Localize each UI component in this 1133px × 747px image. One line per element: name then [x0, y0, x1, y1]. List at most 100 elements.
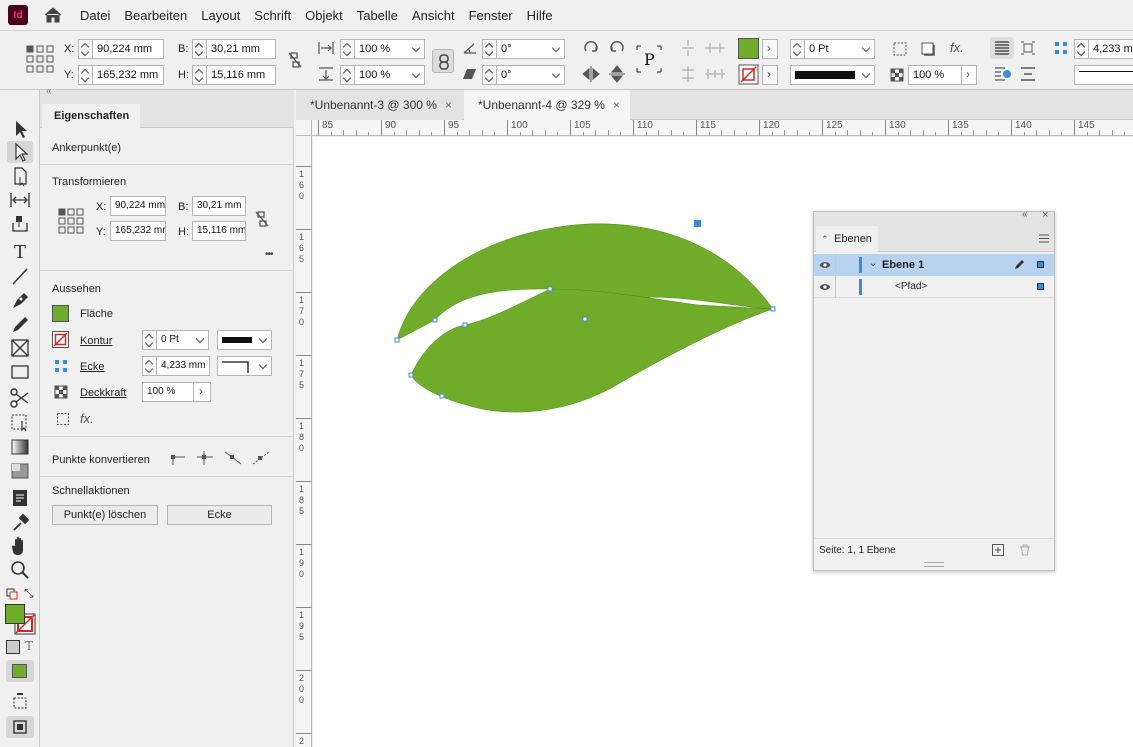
scale-x-field[interactable]: 100 %	[354, 39, 410, 59]
gradient-swatch-tool-icon[interactable]	[7, 436, 33, 458]
selection-tool-icon[interactable]	[7, 118, 33, 140]
angle-dropdown[interactable]	[549, 39, 565, 59]
corner-size-field[interactable]: 4,233 mm	[1088, 39, 1133, 59]
stroke-none-swatch[interactable]	[52, 331, 69, 348]
stroke-weight-stepper[interactable]	[790, 39, 804, 59]
view-mode-icon[interactable]	[7, 690, 33, 712]
distribute-spacing-icon[interactable]	[704, 67, 726, 81]
stroke-weight-dropdown[interactable]	[859, 39, 875, 59]
hand-tool-icon[interactable]	[7, 535, 33, 557]
corner-size-stepper[interactable]	[1074, 39, 1088, 59]
x-field[interactable]: 90,224 mm	[92, 39, 164, 59]
chevron-down-icon[interactable]: ⌄	[869, 258, 877, 269]
fill-swatch-dropdown[interactable]: ›	[762, 39, 778, 59]
wrap-jump-object-icon[interactable]	[1020, 67, 1036, 81]
stroke-none-swatch[interactable]	[738, 64, 759, 85]
stroke-type-field[interactable]	[790, 65, 860, 85]
angle-stepper[interactable]	[482, 39, 496, 59]
convert-corner-icon[interactable]	[196, 450, 214, 466]
convert-smooth-icon[interactable]	[224, 450, 242, 466]
corner-size-field[interactable]: 4,233 mm	[156, 356, 210, 376]
tab-ebenen[interactable]: ⌃ Ebenen	[816, 226, 878, 252]
new-layer-icon[interactable]	[992, 544, 1004, 556]
y-field[interactable]: 165,232 mm	[92, 65, 164, 85]
tab-unbenannt-3[interactable]: *Unbenannt-3 @ 300 % ×	[296, 90, 462, 120]
wrap-object-shape-icon[interactable]	[994, 65, 1012, 83]
collapse-panel-icon[interactable]: «	[46, 87, 52, 97]
corner-button[interactable]: Ecke	[167, 505, 272, 525]
props-h-field[interactable]: 15,116 mm	[192, 221, 246, 241]
menu-hilfe[interactable]: Hilfe	[527, 8, 553, 23]
selection-indicator[interactable]	[1037, 261, 1044, 268]
opacity-field[interactable]: 100 %	[142, 382, 194, 402]
collapse-panel-icon[interactable]: «	[1022, 210, 1028, 220]
formatting-text-icon[interactable]: T	[25, 640, 33, 652]
scale-x-dropdown[interactable]	[409, 39, 425, 59]
constrain-scale-button[interactable]	[432, 49, 454, 73]
apply-color-button[interactable]	[6, 660, 34, 682]
frame-fitting-icon[interactable]	[56, 412, 70, 426]
trash-icon[interactable]	[1019, 544, 1031, 556]
ruler-origin[interactable]	[296, 120, 312, 136]
free-transform-tool-icon[interactable]	[7, 411, 33, 433]
default-colors-icon[interactable]	[6, 588, 18, 600]
stroke-weight-stepper[interactable]	[142, 330, 156, 350]
stroke-type-dropdown[interactable]	[859, 65, 875, 85]
h-field[interactable]: 15,116 mm	[206, 65, 276, 85]
align-top-icon[interactable]	[680, 39, 696, 57]
rectangle-tool-icon[interactable]	[7, 361, 33, 383]
corner-shape-field[interactable]	[1074, 65, 1133, 85]
constrain-proportions-icon[interactable]	[254, 210, 270, 228]
align-center-icon[interactable]	[680, 65, 696, 83]
x-stepper[interactable]	[78, 39, 92, 59]
text-frame-p-icon[interactable]: P	[636, 45, 662, 73]
scale-y-dropdown[interactable]	[409, 65, 425, 85]
constrain-proportions-icon[interactable]	[287, 51, 303, 69]
corner-label[interactable]: Ecke	[80, 361, 104, 373]
h-stepper[interactable]	[192, 65, 206, 85]
opacity-label[interactable]: Deckkraft	[80, 387, 126, 399]
stroke-weight-field[interactable]: 0 Pt	[156, 330, 194, 350]
effects-fx-icon[interactable]: fx.	[80, 411, 94, 426]
eye-icon[interactable]	[819, 283, 831, 291]
direct-selection-tool[interactable]	[7, 141, 33, 163]
tab-eigenschaften[interactable]: Eigenschaften	[42, 104, 140, 128]
gradient-feather-tool-icon[interactable]	[7, 460, 33, 482]
page-tool-icon[interactable]	[7, 166, 33, 188]
corner-shape-dropdown[interactable]	[256, 356, 272, 376]
scale-x-stepper[interactable]	[340, 39, 354, 59]
layer-row-pfad[interactable]: <Pfad>	[814, 276, 1054, 298]
screen-mode-button[interactable]	[6, 716, 34, 738]
convert-symmetric-icon[interactable]	[252, 450, 270, 466]
menu-bearbeiten[interactable]: Bearbeiten	[124, 8, 187, 23]
more-options-icon[interactable]: •••	[265, 249, 273, 260]
zoom-tool-icon[interactable]	[7, 559, 33, 581]
fill-swatch[interactable]	[52, 305, 69, 322]
close-panel-icon[interactable]: ×	[1042, 210, 1048, 221]
vertical-ruler[interactable]: 160165170175180185190195200205	[296, 136, 312, 747]
corner-shape-field[interactable]	[217, 356, 257, 376]
w-stepper[interactable]	[192, 39, 206, 59]
tab-unbenannt-4[interactable]: *Unbenannt-4 @ 329 % ×	[464, 90, 630, 120]
content-collector-icon[interactable]	[7, 213, 33, 235]
text-wrap-none-button[interactable]	[990, 37, 1014, 59]
frame-fitting-icon[interactable]	[892, 41, 908, 57]
delete-points-button[interactable]: Punkt(e) löschen	[52, 505, 158, 525]
selection-indicator[interactable]	[1037, 283, 1044, 290]
swap-colors-icon[interactable]: ⤡	[24, 587, 34, 599]
menu-fenster[interactable]: Fenster	[469, 8, 513, 23]
opacity-field[interactable]: 100 %	[908, 65, 962, 85]
menu-layout[interactable]: Layout	[201, 8, 240, 23]
menu-objekt[interactable]: Objekt	[305, 8, 343, 23]
reference-point-icon[interactable]	[26, 45, 54, 73]
props-w-field[interactable]: 30,21 mm	[192, 196, 246, 216]
props-y-field[interactable]: 165,232 mr	[110, 221, 166, 241]
menu-tabelle[interactable]: Tabelle	[357, 8, 398, 23]
effects-fx-icon[interactable]: fx.	[950, 41, 964, 54]
panel-menu-icon[interactable]	[1038, 234, 1050, 243]
menu-datei[interactable]: Datei	[80, 8, 110, 23]
horizontal-ruler[interactable]: 85 90 95 100 105 110 115 120 125 130 135 140 145	[312, 120, 1133, 136]
note-tool-icon[interactable]	[7, 487, 33, 509]
flip-horizontal-icon[interactable]	[582, 65, 600, 83]
flip-vertical-icon[interactable]	[608, 65, 626, 83]
